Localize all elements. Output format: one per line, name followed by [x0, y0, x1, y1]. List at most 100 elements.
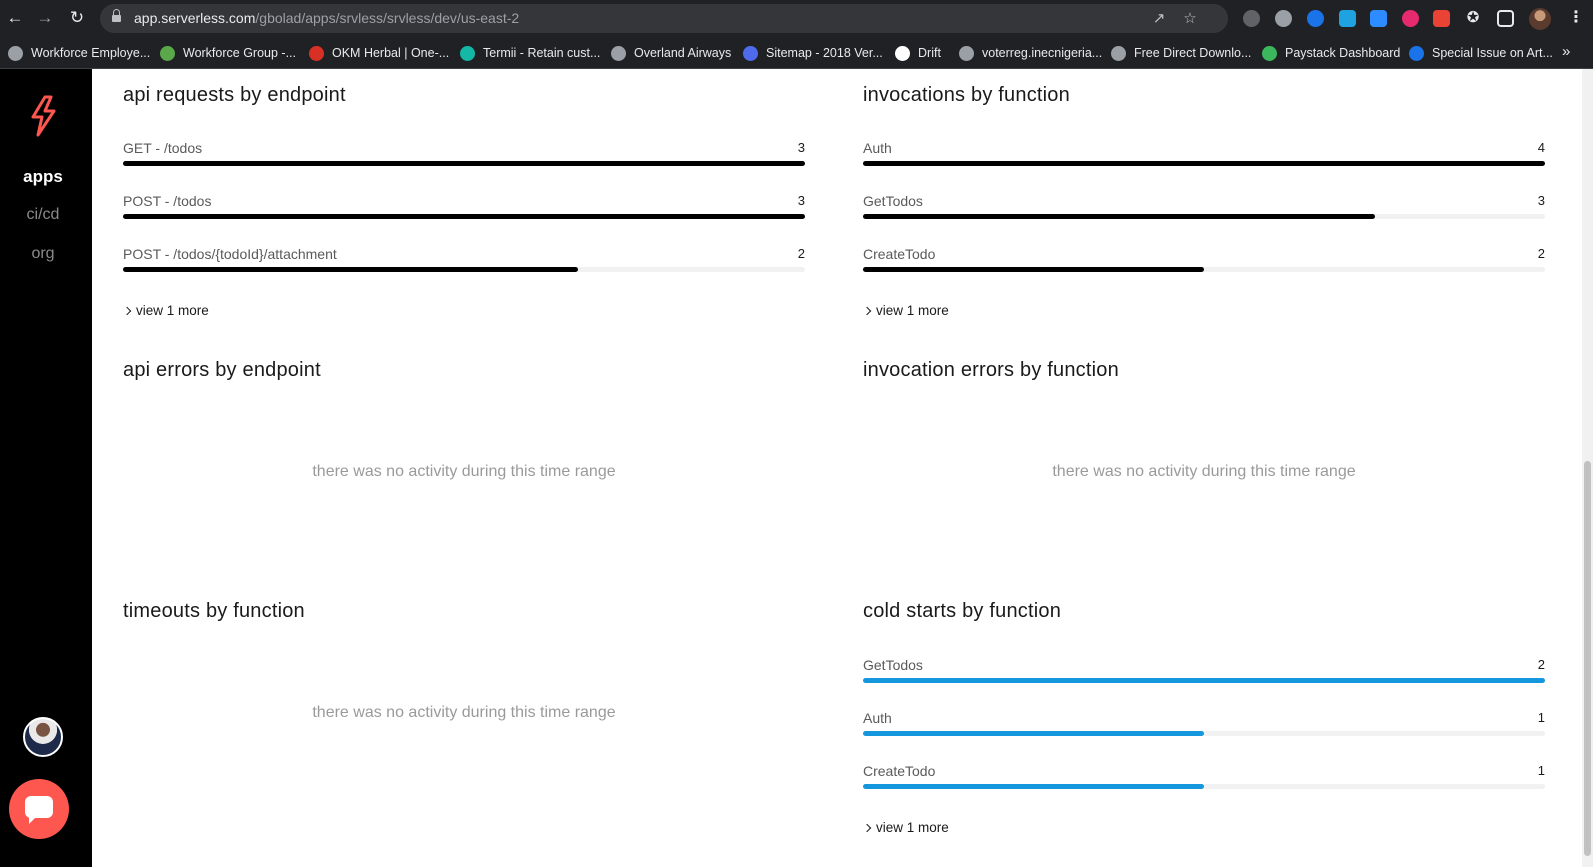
browser-toolbar: ← → ↻ app.serverless.com/gbolad/apps/srv… [0, 0, 1593, 37]
page-scrollbar[interactable] [1582, 69, 1593, 867]
termii-icon [460, 45, 475, 61]
view-more-label: view 1 more [876, 303, 949, 318]
empty-state-text: there was no activity during this time r… [312, 463, 616, 480]
nav-org[interactable]: org [0, 245, 86, 263]
back-icon[interactable]: ← [5, 8, 25, 28]
nav-cicd[interactable]: ci/cd [0, 206, 86, 224]
panel-title: timeouts by function [123, 600, 305, 622]
metric-bar [123, 161, 805, 166]
chevron-right-icon [862, 306, 872, 316]
bookmark-item[interactable]: Free Direct Downlo... [1111, 44, 1251, 62]
panel-title: cold starts by function [863, 600, 1062, 622]
view-more-link[interactable]: view 1 more [122, 303, 209, 318]
empty-state-text: there was no activity during this time r… [1052, 463, 1356, 480]
user-avatar[interactable] [23, 717, 63, 757]
metric-bar [123, 214, 805, 219]
bookmark-item[interactable]: Drift [895, 44, 941, 62]
bar-track [863, 267, 1545, 272]
drift-icon [895, 45, 910, 61]
bookmark-item[interactable]: Termii - Retain cust... [460, 44, 600, 62]
endpoint-label: GET - /todos [123, 140, 203, 156]
bookmark-label: Paystack Dashboard [1285, 46, 1401, 60]
function-label: CreateTodo [863, 763, 936, 779]
paystack-icon [1262, 45, 1277, 61]
scrollbar-thumb[interactable] [1584, 461, 1591, 856]
forward-icon[interactable]: → [35, 8, 55, 28]
url-text: app.serverless.com/gbolad/apps/srvless/s… [134, 10, 520, 26]
metric-count: 2 [1537, 657, 1545, 672]
bookmark-item[interactable]: Paystack Dashboard [1262, 44, 1400, 62]
chat-bubble-icon [25, 796, 53, 824]
view-more-label: view 1 more [876, 820, 949, 835]
function-label: CreateTodo [863, 246, 936, 262]
extension-icon[interactable] [1339, 10, 1356, 27]
bookmark-item[interactable]: OKM Herbal | One-... [309, 44, 449, 62]
bar-track [123, 267, 805, 272]
extension-icon[interactable] [1275, 10, 1292, 27]
view-more-link[interactable]: view 1 more [862, 303, 949, 318]
bookmarks-overflow-icon[interactable]: » [1562, 43, 1570, 60]
extension-icon[interactable] [1243, 10, 1260, 27]
side-panel-icon[interactable] [1497, 10, 1514, 27]
extension-icon[interactable] [1402, 10, 1419, 27]
metric-count: 3 [797, 193, 805, 208]
bookmark-item[interactable]: Special Issue on Art... [1409, 44, 1553, 62]
metric-row: CreateTodo 2 [863, 246, 1545, 282]
bar-track [863, 731, 1545, 736]
w-logo-icon [743, 45, 758, 61]
metric-bar [863, 214, 1375, 219]
function-label: Auth [863, 710, 892, 726]
bookmark-item[interactable]: Sitemap - 2018 Ver... [743, 44, 883, 62]
chevron-right-icon [862, 823, 872, 833]
metric-count: 1 [1537, 763, 1545, 778]
endpoint-label: POST - /todos [123, 193, 212, 209]
bookmark-label: Workforce Employe... [31, 46, 151, 60]
bar-track [123, 161, 805, 166]
bookmark-item[interactable]: Workforce Employe... [8, 44, 150, 62]
panel-title: invocations by function [863, 84, 1070, 106]
address-bar[interactable]: app.serverless.com/gbolad/apps/srvless/s… [100, 4, 1228, 33]
metric-bar [123, 267, 578, 272]
metric-count: 3 [1537, 193, 1545, 208]
metric-row: GET - /todos 3 [123, 140, 805, 176]
bookmark-label: Free Direct Downlo... [1134, 46, 1252, 60]
zoom-extension-icon[interactable] [1370, 10, 1387, 27]
view-more-link[interactable]: view 1 more [862, 820, 949, 835]
bookmark-item[interactable]: Overland Airways [611, 44, 731, 62]
function-label: Auth [863, 140, 892, 156]
bookmark-item[interactable]: Workforce Group -... [160, 44, 296, 62]
view-more-label: view 1 more [136, 303, 209, 318]
bookmark-item[interactable]: voterreg.inecnigeria... [959, 44, 1102, 62]
gmail-extension-icon[interactable] [1433, 10, 1450, 27]
metric-row: GetTodos 2 [863, 657, 1545, 693]
serverless-logo-icon[interactable] [27, 95, 59, 137]
extension-icon[interactable] [1307, 10, 1324, 27]
more-menu-icon[interactable]: ⋮ [1568, 9, 1584, 27]
share-icon[interactable]: ↗ [1150, 10, 1168, 28]
reload-icon[interactable]: ↻ [67, 8, 87, 28]
leaf-icon [160, 45, 175, 61]
globe-icon [611, 45, 626, 61]
metric-bar [863, 161, 1545, 166]
bookmark-label: Termii - Retain cust... [483, 46, 601, 60]
metric-row: GetTodos 3 [863, 193, 1545, 229]
function-label: GetTodos [863, 193, 923, 209]
puzzle-icon[interactable]: ✪ [1464, 9, 1482, 27]
profile-avatar[interactable] [1529, 8, 1551, 30]
bookmark-label: Special Issue on Art... [1432, 46, 1553, 60]
chevron-right-icon [122, 306, 132, 316]
metric-row: Auth 1 [863, 710, 1545, 746]
metric-count: 3 [797, 140, 805, 155]
bar-track [863, 678, 1545, 683]
metric-bar [863, 784, 1204, 789]
bookmark-label: Sitemap - 2018 Ver... [766, 46, 883, 60]
metric-count: 1 [1537, 710, 1545, 725]
function-label: GetTodos [863, 657, 923, 673]
metric-count: 2 [1537, 246, 1545, 261]
support-chat-button[interactable] [9, 779, 69, 839]
star-icon[interactable]: ☆ [1181, 10, 1199, 28]
metric-row: Auth 4 [863, 140, 1545, 176]
nav-apps[interactable]: apps [0, 167, 86, 187]
panel-title: invocation errors by function [863, 359, 1119, 381]
panel-title: api requests by endpoint [123, 84, 346, 106]
